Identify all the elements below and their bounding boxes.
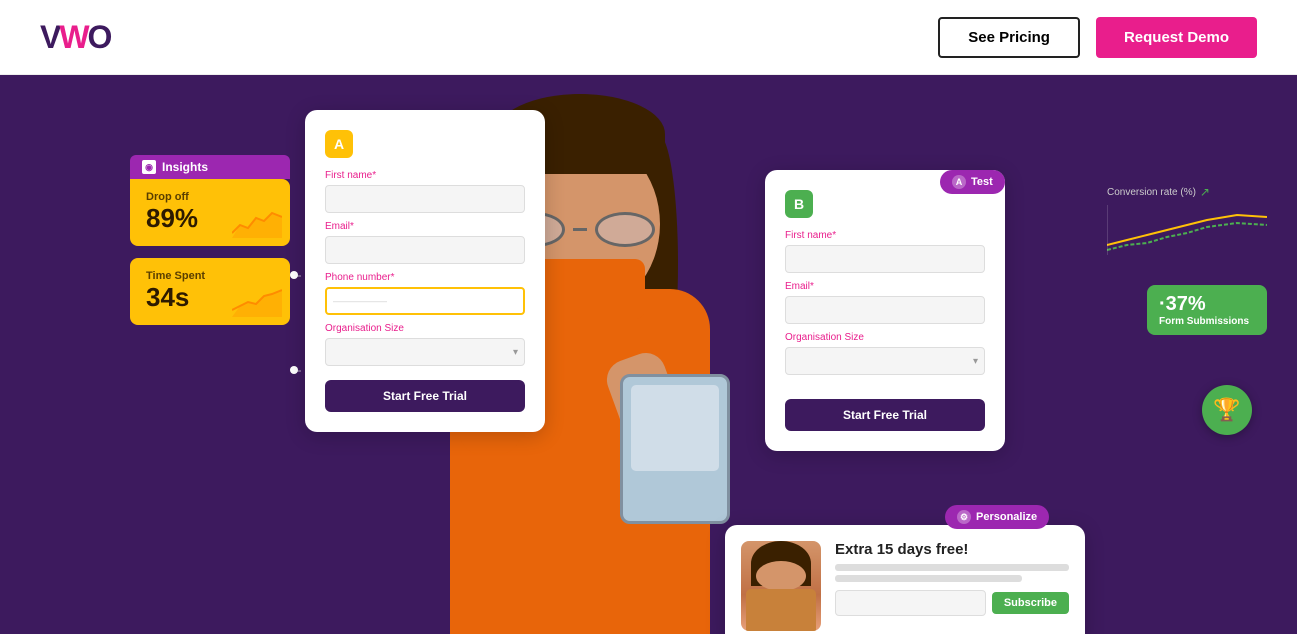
form-b-cta-button[interactable]: Start Free Trial xyxy=(785,399,985,431)
insights-icon: ◉ xyxy=(142,160,156,174)
personalize-input-row: Subscribe xyxy=(835,590,1069,616)
time-chart xyxy=(232,282,282,317)
person-thumbnail xyxy=(741,541,821,631)
variant-b-badge: B xyxy=(785,190,813,218)
text-line-2 xyxy=(835,575,1022,582)
form-a-email-label: Email* xyxy=(325,221,525,232)
personalize-text-lines xyxy=(835,564,1069,582)
form-a-org-select[interactable]: ▾ xyxy=(325,338,525,366)
form-b-org-label: Organisation Size xyxy=(785,332,985,343)
see-pricing-button[interactable]: See Pricing xyxy=(938,17,1080,58)
personalize-icon: ⚙ xyxy=(957,510,971,524)
personalize-card: Extra 15 days free! Subscribe xyxy=(725,525,1085,634)
time-spent-label: Time Spent xyxy=(146,270,274,282)
conversion-label: Conversion rate (%) ↗ xyxy=(1107,185,1267,199)
form-submissions-badge: ·37% Form Submissions xyxy=(1147,285,1267,335)
header-actions: See Pricing Request Demo xyxy=(938,17,1257,58)
conversion-chart: Conversion rate (%) ↗ xyxy=(1107,185,1267,260)
subscribe-button[interactable]: Subscribe xyxy=(992,592,1069,614)
tablet xyxy=(620,374,730,524)
dot-2 xyxy=(290,366,298,374)
insights-label: Insights xyxy=(162,160,208,174)
drop-off-chart xyxy=(232,203,282,238)
form-a-phone-input[interactable]: —————— xyxy=(325,287,525,315)
vwo-logo: VWO xyxy=(40,19,110,56)
personalize-label: Personalize xyxy=(976,511,1037,523)
form-a-phone-label: Phone number* xyxy=(325,272,525,283)
request-demo-button[interactable]: Request Demo xyxy=(1096,17,1257,58)
drop-off-label: Drop off xyxy=(146,191,274,203)
form-b-card: B First name* Email* Organisation Size ▾… xyxy=(765,170,1005,451)
insights-card: ◉ Insights Drop off 89% Time Spent 34s xyxy=(130,155,290,325)
form-a-org-label: Organisation Size xyxy=(325,323,525,334)
conversion-line-chart xyxy=(1107,205,1267,255)
select-arrow-icon: ▾ xyxy=(513,347,518,358)
insights-header: ◉ Insights xyxy=(130,155,290,179)
form-a-cta-button[interactable]: Start Free Trial xyxy=(325,380,525,412)
form-a-email-input[interactable] xyxy=(325,236,525,264)
personalize-title: Extra 15 days free! xyxy=(835,541,1069,558)
header: VWO See Pricing Request Demo xyxy=(0,0,1297,75)
thumb-face xyxy=(756,561,806,591)
form-b-email-input[interactable] xyxy=(785,296,985,324)
badge-percent: ·37% xyxy=(1159,293,1255,316)
dot-1 xyxy=(290,271,298,279)
text-line-1 xyxy=(835,564,1069,571)
trophy-badge: 🏆 xyxy=(1202,385,1252,435)
form-a-card: A First name* Email* Phone number* —————… xyxy=(305,110,545,432)
test-badge: A Test xyxy=(940,170,1005,194)
test-label: Test xyxy=(971,176,993,188)
personalize-badge: ⚙ Personalize xyxy=(945,505,1049,529)
form-a-firstname-input[interactable] xyxy=(325,185,525,213)
main-area: ◉ Insights Drop off 89% Time Spent 34s A xyxy=(0,75,1297,634)
drop-off-card: Drop off 89% xyxy=(130,179,290,246)
form-b-firstname-label: First name* xyxy=(785,230,985,241)
trend-up-icon: ↗ xyxy=(1200,185,1210,199)
time-spent-card: Time Spent 34s xyxy=(130,258,290,325)
thumb-body xyxy=(746,589,816,631)
select-b-arrow-icon: ▾ xyxy=(973,356,978,367)
test-icon: A xyxy=(952,175,966,189)
personalize-content: Extra 15 days free! Subscribe xyxy=(835,541,1069,616)
form-b-firstname-input[interactable] xyxy=(785,245,985,273)
badge-label: Form Submissions xyxy=(1159,316,1255,327)
form-b-email-label: Email* xyxy=(785,281,985,292)
variant-a-badge: A xyxy=(325,130,353,158)
form-a-firstname-label: First name* xyxy=(325,170,525,181)
personalize-email-input[interactable] xyxy=(835,590,986,616)
form-b-org-select[interactable]: ▾ xyxy=(785,347,985,375)
